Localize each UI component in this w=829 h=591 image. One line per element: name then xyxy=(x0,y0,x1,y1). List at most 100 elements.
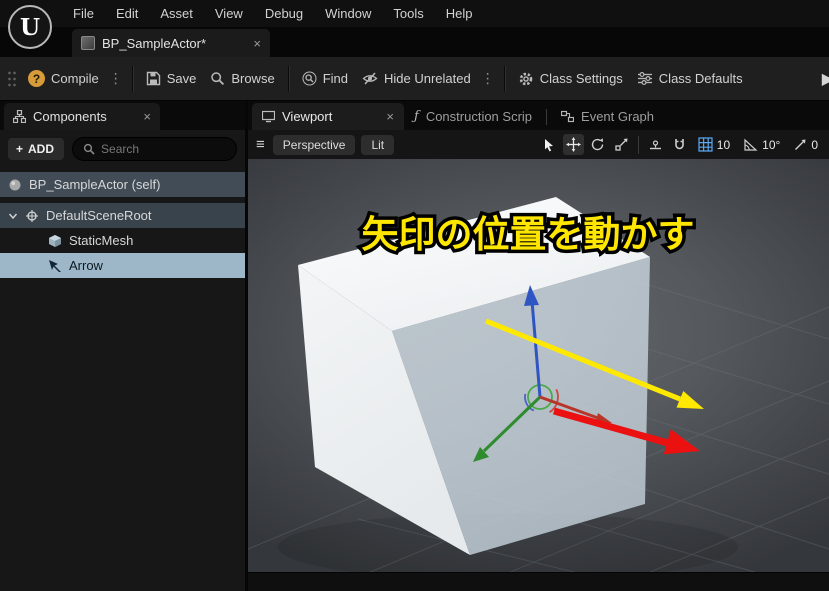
tab-components[interactable]: Components × xyxy=(4,103,160,130)
menu-window[interactable]: Window xyxy=(314,0,382,27)
tree-item-self[interactable]: BP_SampleActor (self) xyxy=(0,172,245,197)
viewport-tab-label: Viewport xyxy=(282,109,333,124)
asset-tab-label: BP_SampleActor* xyxy=(102,35,207,51)
save-label: Save xyxy=(166,71,197,86)
sliders-icon xyxy=(637,72,652,86)
class-defaults-button[interactable]: Class Defaults xyxy=(630,65,750,92)
components-tab-icon xyxy=(13,110,26,123)
viewport-tabstrip: Viewport × ƒ Construction Scrip Event Gr… xyxy=(248,101,829,130)
save-button[interactable]: Save xyxy=(139,65,204,92)
move-icon xyxy=(565,137,581,152)
toolbar-separator xyxy=(287,65,289,92)
save-icon xyxy=(146,71,160,86)
viewport-options-icon[interactable]: ≡ xyxy=(254,136,267,153)
actor-snap-button[interactable] xyxy=(669,134,690,155)
toolbar-drag-handle-icon[interactable] xyxy=(7,69,16,88)
find-label: Find xyxy=(322,71,348,86)
components-panel: Components × + ADD BP_SampleActor (self) xyxy=(0,101,245,591)
arrow-component-icon xyxy=(49,259,61,272)
grid-snap-value: 10 xyxy=(716,137,731,152)
select-tool-button[interactable] xyxy=(539,134,560,155)
toolbar-separator xyxy=(131,65,133,92)
surface-snap-button[interactable] xyxy=(645,134,666,155)
components-controls-row: + ADD xyxy=(0,130,245,166)
tab-event-graph[interactable]: Event Graph xyxy=(551,103,664,130)
tab-construction-script[interactable]: ƒ Construction Scrip xyxy=(404,103,542,130)
rotation-snap-value: 10° xyxy=(762,137,781,152)
rotation-snap-button[interactable]: 10° xyxy=(738,135,785,154)
diagonal-arrow-icon xyxy=(795,139,806,150)
menu-file[interactable]: File xyxy=(62,0,105,27)
camera-speed-button[interactable]: 0 xyxy=(788,136,823,154)
hide-unrelated-button[interactable]: Hide Unrelated xyxy=(355,65,478,92)
static-mesh-icon xyxy=(49,234,61,247)
grid-snap-button[interactable]: 10 xyxy=(693,135,735,154)
camera-mode-button[interactable]: Perspective xyxy=(272,134,356,155)
event-graph-tab-label: Event Graph xyxy=(581,109,655,124)
construction-script-tab-label: Construction Scrip xyxy=(425,109,533,124)
components-search-box[interactable] xyxy=(72,137,237,161)
viewport-toolbar: ≡ Perspective Lit 10 10° 0 xyxy=(248,130,829,159)
event-graph-icon xyxy=(561,110,575,123)
find-icon xyxy=(302,71,317,86)
find-button[interactable]: Find xyxy=(295,65,355,92)
menu-asset[interactable]: Asset xyxy=(149,0,204,27)
browse-icon xyxy=(211,72,225,86)
cursor-icon xyxy=(545,138,554,151)
magnet-icon xyxy=(674,139,684,150)
compile-label: Compile xyxy=(51,71,99,86)
browse-button[interactable]: Browse xyxy=(203,65,281,92)
add-button-label: ADD xyxy=(28,142,55,156)
chevron-down-icon[interactable] xyxy=(8,211,18,221)
components-tree: BP_SampleActor (self) DefaultSceneRoot S… xyxy=(0,172,245,278)
scene-canvas: 矢印の位置を動かす xyxy=(248,197,829,573)
tree-item-staticmesh[interactable]: StaticMesh xyxy=(0,228,245,253)
tree-item-label: BP_SampleActor (self) xyxy=(29,177,161,192)
tree-item-label: StaticMesh xyxy=(69,233,134,248)
browse-label: Browse xyxy=(231,71,275,86)
compile-options-icon[interactable]: ⋮ xyxy=(106,70,126,87)
menu-tools[interactable]: Tools xyxy=(382,0,434,27)
close-icon[interactable]: × xyxy=(143,109,151,124)
angle-icon xyxy=(744,138,758,151)
components-tab-label: Components xyxy=(33,109,107,124)
class-settings-button[interactable]: Class Settings xyxy=(511,65,630,93)
play-icon[interactable]: ▶ xyxy=(822,69,829,89)
viewport-3d-scene[interactable]: 矢印の位置を動かす xyxy=(248,159,829,573)
menu-help[interactable]: Help xyxy=(435,0,484,27)
unreal-logo[interactable]: U xyxy=(8,5,52,49)
close-icon[interactable]: × xyxy=(253,36,261,51)
scale-tool-button[interactable] xyxy=(611,134,632,155)
move-tool-button[interactable] xyxy=(562,134,584,155)
function-icon: ƒ xyxy=(414,109,419,124)
class-settings-label: Class Settings xyxy=(539,71,623,86)
asset-tab-bp-sampleactor[interactable]: BP_SampleActor* × xyxy=(72,29,270,57)
add-component-button[interactable]: + ADD xyxy=(8,138,65,160)
camera-speed-value: 0 xyxy=(811,137,818,152)
compile-button[interactable]: ? Compile xyxy=(21,64,106,93)
toolbar-separator xyxy=(503,65,505,92)
eye-slash-icon xyxy=(362,72,378,85)
surface-snap-icon xyxy=(649,140,661,150)
menu-view[interactable]: View xyxy=(204,0,254,27)
menu-edit[interactable]: Edit xyxy=(105,0,149,27)
scene-root-icon xyxy=(26,209,38,222)
rotate-icon xyxy=(591,138,603,151)
hide-unrelated-label: Hide Unrelated xyxy=(383,71,471,86)
tab-viewport[interactable]: Viewport × xyxy=(252,103,404,130)
asset-tab-row: BP_SampleActor* × xyxy=(0,27,829,57)
rotate-tool-button[interactable] xyxy=(587,134,608,155)
actor-icon xyxy=(9,179,21,190)
tree-item-arrow[interactable]: Arrow xyxy=(0,253,245,278)
close-icon[interactable]: × xyxy=(386,109,394,124)
viewport-tool-cluster: 10 10° 0 xyxy=(539,134,823,155)
hide-unrelated-options-icon[interactable]: ⋮ xyxy=(478,70,498,87)
components-search-input[interactable] xyxy=(101,142,226,156)
menu-debug[interactable]: Debug xyxy=(254,0,314,27)
view-mode-button[interactable]: Lit xyxy=(361,134,395,155)
tree-item-defaultsceneroot[interactable]: DefaultSceneRoot xyxy=(0,203,245,228)
scale-icon xyxy=(615,138,628,151)
viewport-tab-icon xyxy=(262,110,275,123)
blueprint-toolbar: ? Compile ⋮ Save Browse Find Hide Unrela… xyxy=(0,57,829,101)
plus-icon: + xyxy=(16,142,24,156)
